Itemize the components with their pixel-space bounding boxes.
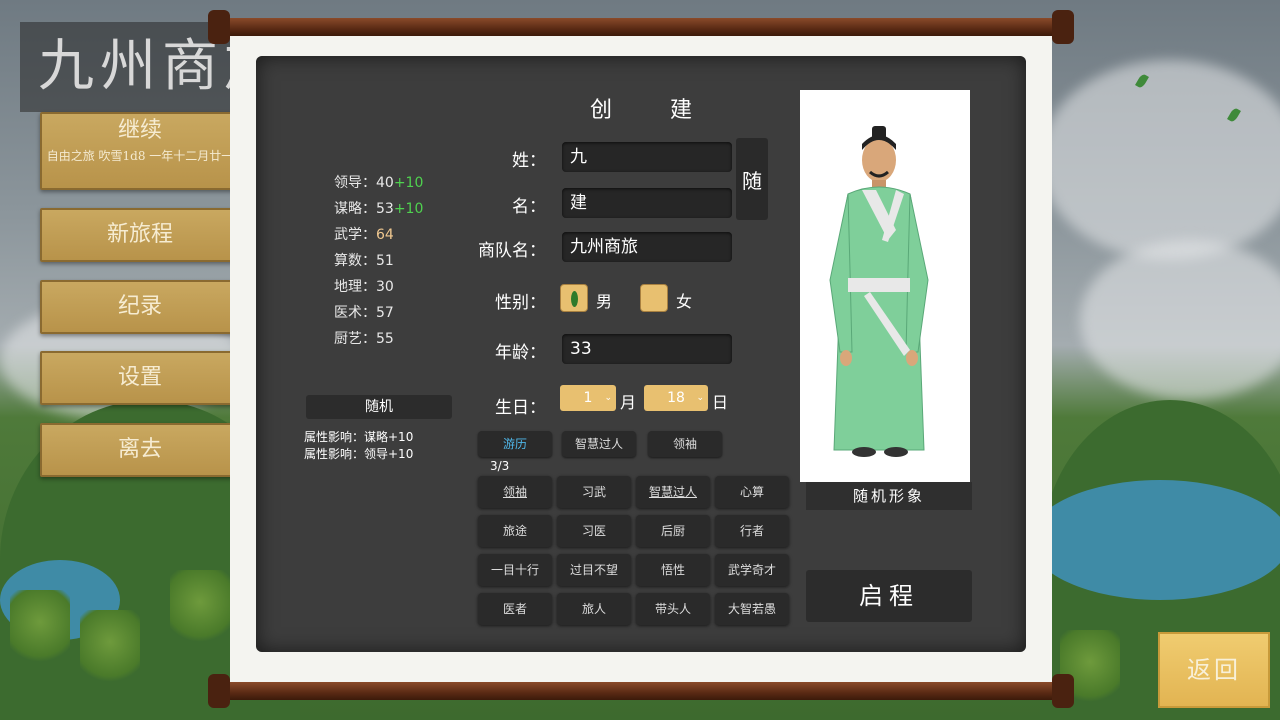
month-unit: 月: [620, 393, 637, 412]
given-name-input[interactable]: 建: [562, 188, 732, 218]
trait-button[interactable]: 旅人: [557, 593, 631, 625]
selected-trait[interactable]: 游历: [478, 431, 552, 457]
stat-arithmetic: 算数：51: [334, 253, 394, 269]
chevron-down-icon: ⌄: [696, 393, 704, 403]
birth-month-select[interactable]: 1 ⌄: [560, 385, 616, 411]
given-name-label: 名：: [512, 197, 546, 217]
trait-counter: 3/3: [490, 459, 510, 473]
trait-button[interactable]: 武学奇才: [715, 554, 789, 586]
gender-female-checkbox[interactable]: [640, 284, 668, 312]
settings-label: 设置: [117, 365, 162, 390]
scroll-top-rod-end-left: [208, 10, 230, 44]
trait-button[interactable]: 过目不望: [557, 554, 631, 586]
stat-leadership: 领导：40+10: [334, 175, 424, 191]
create-title: 创建: [590, 98, 751, 123]
selected-trait[interactable]: 智慧过人: [562, 431, 636, 457]
stat-martial: 武学：64: [334, 227, 394, 243]
stat-medicine: 医术：57: [334, 305, 394, 321]
scroll-top-rod: [212, 18, 1072, 36]
leave-button[interactable]: 离去: [40, 423, 240, 477]
start-journey-button[interactable]: 启程: [806, 570, 972, 622]
age-label: 年龄：: [495, 343, 546, 363]
gender-male-checkbox[interactable]: [560, 284, 588, 312]
random-name-button[interactable]: 随: [736, 138, 768, 220]
selected-trait[interactable]: 领袖: [648, 431, 722, 457]
trait-button[interactable]: 一目十行: [478, 554, 552, 586]
selected-mark-icon: [571, 291, 578, 307]
records-button[interactable]: 纪录: [40, 280, 240, 334]
trait-button[interactable]: 带头人: [636, 593, 710, 625]
birthday-label: 生日：: [495, 398, 546, 418]
birth-day-select[interactable]: 18 ⌄: [644, 385, 708, 411]
new-journey-label: 新旅程: [106, 222, 173, 247]
stat-cooking: 厨艺：55: [334, 331, 394, 347]
back-button[interactable]: 返回: [1158, 632, 1270, 708]
leave-label: 离去: [117, 437, 162, 462]
gender-label: 性别：: [495, 293, 546, 313]
surname-input[interactable]: 九: [562, 142, 732, 172]
continue-save-info: 自由之旅 吹雪1d8 一年十二月廿一: [46, 149, 234, 163]
trait-button[interactable]: 悟性: [636, 554, 710, 586]
scroll-bottom-rod: [212, 682, 1072, 700]
records-label: 纪录: [117, 294, 162, 319]
age-input[interactable]: 33: [562, 334, 732, 364]
scroll-top-rod-end-right: [1052, 10, 1074, 44]
caravan-name-input[interactable]: 九州商旅: [562, 232, 732, 262]
continue-button[interactable]: 继续 自由之旅 吹雪1d8 一年十二月廿一: [40, 112, 240, 190]
trait-button[interactable]: 习医: [557, 515, 631, 547]
day-unit: 日: [712, 393, 729, 412]
trait-button[interactable]: 后厨: [636, 515, 710, 547]
settings-button[interactable]: 设置: [40, 351, 240, 405]
random-portrait-button[interactable]: 随机形象: [806, 482, 972, 510]
continue-label: 继续: [117, 118, 162, 143]
character-figure-illustration: [829, 126, 929, 457]
caravan-label: 商队名：: [478, 241, 546, 261]
attribute-effect: 属性影响：领导+10: [304, 447, 414, 461]
trait-button[interactable]: 医者: [478, 593, 552, 625]
chevron-down-icon: ⌄: [604, 393, 612, 403]
stat-strategy: 谋略：53+10: [334, 201, 424, 217]
new-journey-button[interactable]: 新旅程: [40, 208, 240, 262]
scroll-bottom-rod-end-left: [208, 674, 230, 708]
character-portrait: [800, 90, 970, 482]
trait-button[interactable]: 心算: [715, 476, 789, 508]
trait-button[interactable]: 大智若愚: [715, 593, 789, 625]
scroll-bottom-rod-end-right: [1052, 674, 1074, 708]
trait-button[interactable]: 智慧过人: [636, 476, 710, 508]
gender-female-label: 女: [676, 292, 693, 311]
trait-button[interactable]: 旅途: [478, 515, 552, 547]
random-attributes-button[interactable]: 随机: [306, 395, 452, 419]
attribute-effect: 属性影响：谋略+10: [304, 430, 414, 444]
stat-geography: 地理：30: [334, 279, 394, 295]
surname-label: 姓：: [512, 151, 546, 171]
trait-button[interactable]: 行者: [715, 515, 789, 547]
gender-male-label: 男: [596, 292, 613, 311]
trait-button[interactable]: 习武: [557, 476, 631, 508]
trait-button[interactable]: 领袖: [478, 476, 552, 508]
